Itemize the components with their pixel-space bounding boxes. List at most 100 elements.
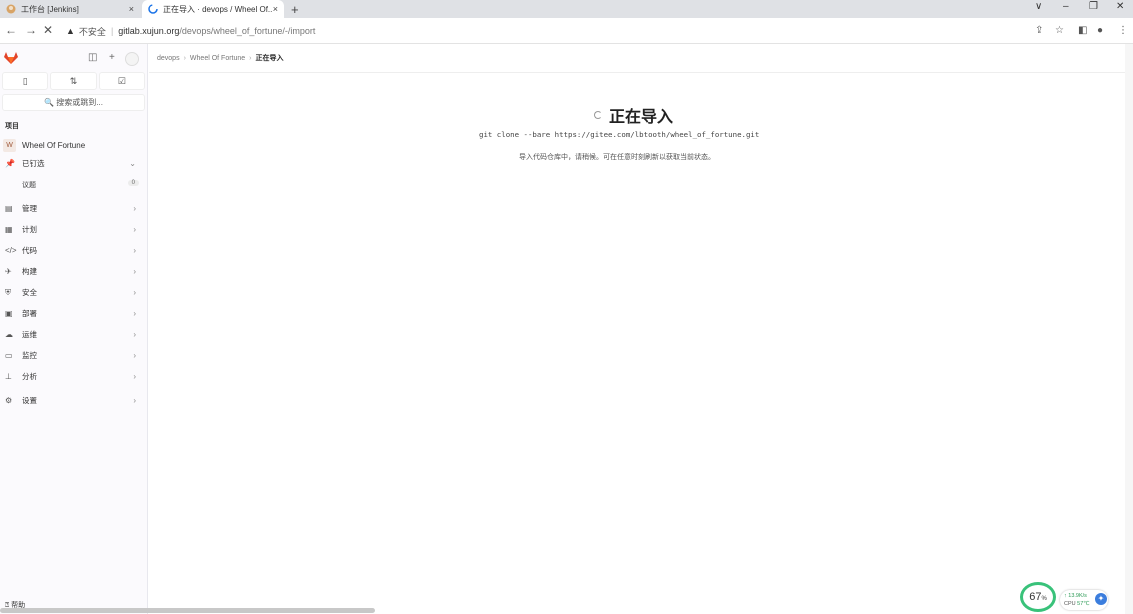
cpu-temp: 57℃ xyxy=(1077,601,1090,607)
security-status[interactable]: 不安全 xyxy=(79,25,106,38)
project-link[interactable]: W Wheel Of Fortune xyxy=(0,137,147,153)
project-name: Wheel Of Fortune xyxy=(22,140,86,150)
sidebar-item-label: 运维 xyxy=(22,330,37,339)
sidebar-item-label: 管理 xyxy=(22,204,37,213)
sidebar-item-pinned[interactable]: 📌 已钉选 ⌄ xyxy=(0,153,147,174)
sidebar-item-label: 议题 xyxy=(22,181,36,189)
browser-tab-bar: 工作台 [Jenkins] × 正在导入 · devops / Wheel Of… xyxy=(0,0,1133,18)
sidebar-item-monitor[interactable]: ▭ 监控 › xyxy=(0,345,147,366)
quick-actions: ▯ ⇅ ☑ xyxy=(0,72,147,90)
gear-icon: ⚙ xyxy=(5,396,13,405)
breadcrumb-item-group[interactable]: devops xyxy=(157,55,180,62)
sidebar-item-build[interactable]: ✈ 构建 › xyxy=(0,261,147,282)
sidebar-item-label: 部署 xyxy=(22,309,37,318)
sidebar-item-plan[interactable]: ▦ 计划 › xyxy=(0,219,147,240)
todos-icon[interactable]: ☑ xyxy=(98,72,145,90)
vertical-scrollbar[interactable] xyxy=(1125,44,1133,614)
breadcrumb: devops › Wheel Of Fortune › 正在导入 xyxy=(157,53,284,63)
create-new-icon[interactable]: + xyxy=(109,52,115,63)
breadcrumb-separator: › xyxy=(249,55,252,62)
tab-search-button[interactable]: ∨ xyxy=(1035,1,1042,12)
count-badge: 0 xyxy=(127,180,139,186)
sidebar-item-code[interactable]: </> 代码 › xyxy=(0,240,147,261)
gauge-unit: % xyxy=(1041,596,1047,602)
cloud-icon: ☁ xyxy=(5,330,13,339)
sidebar-item-label: 已钉选 xyxy=(22,159,45,168)
horizontal-scrollbar[interactable] xyxy=(0,608,375,613)
user-avatar[interactable] xyxy=(125,52,139,66)
share-icon[interactable]: ⇪ xyxy=(1035,25,1043,36)
sidebar-item-operate[interactable]: ☁ 运维 › xyxy=(0,324,147,345)
chevron-right-icon: › xyxy=(133,372,136,381)
url-path: /devops/wheel_of_fortune/-/import xyxy=(179,26,316,36)
manage-icon: ▤ xyxy=(5,204,13,213)
loading-icon xyxy=(148,4,158,14)
sidebar-item-label: 分析 xyxy=(22,372,37,381)
gitlab-logo-icon[interactable] xyxy=(4,52,18,64)
tab-close-button[interactable]: × xyxy=(129,4,134,14)
accelerate-icon[interactable]: ✦ xyxy=(1095,593,1107,605)
cpu-label: CPU xyxy=(1064,601,1076,607)
chevron-down-icon: ⌄ xyxy=(129,159,136,168)
sidebar-item-label: 设置 xyxy=(22,396,37,405)
sidebar-header: ◫ + xyxy=(0,44,147,72)
chevron-right-icon: › xyxy=(133,330,136,339)
issues-icon[interactable]: ▯ xyxy=(2,72,49,90)
chevron-right-icon: › xyxy=(133,267,136,276)
chevron-right-icon: › xyxy=(133,309,136,318)
shield-icon: ⛨ xyxy=(5,287,11,297)
sidebar-toggle-icon[interactable]: ◫ xyxy=(88,52,97,63)
back-button[interactable]: ← xyxy=(5,23,17,37)
rocket-icon: ✈ xyxy=(5,267,12,276)
deploy-icon: ▣ xyxy=(5,309,13,318)
section-label: 项目 xyxy=(5,123,19,130)
loading-spinner-icon xyxy=(594,111,602,119)
sidebar-item-deploy[interactable]: ▣ 部署 › xyxy=(0,303,147,324)
minimize-button[interactable]: – xyxy=(1063,1,1069,12)
chart-icon: ⊥ xyxy=(5,372,12,381)
code-icon: </> xyxy=(5,246,17,255)
address-bar-row: ← → ✕ ▲ 不安全 | gitlab.xujun.org /devops/w… xyxy=(0,18,1133,44)
sidebar-item-settings[interactable]: ⚙ 设置 › xyxy=(0,390,147,411)
memory-gauge: 67% xyxy=(1020,582,1056,612)
close-window-button[interactable]: ✕ xyxy=(1116,1,1124,12)
maximize-button[interactable]: ❐ xyxy=(1089,1,1098,12)
url-separator: | xyxy=(110,26,114,36)
profile-icon[interactable]: ● xyxy=(1097,25,1103,36)
sidebar-item-manage[interactable]: ▤ 管理 › xyxy=(0,198,147,219)
breadcrumb-separator: › xyxy=(183,55,186,62)
header-divider xyxy=(149,72,1125,73)
breadcrumb-item-project[interactable]: Wheel Of Fortune xyxy=(190,55,245,62)
gauge-value: 67 xyxy=(1029,591,1042,603)
search-button[interactable]: 🔍 搜索或跳到... xyxy=(2,94,145,111)
tab-jenkins[interactable]: 工作台 [Jenkins] × xyxy=(0,0,140,18)
sidebar: ◫ + ▯ ⇅ ☑ 🔍 搜索或跳到... 项目 W Wheel Of Fortu… xyxy=(0,44,148,614)
sidebar-item-security[interactable]: ⛨ 安全 › xyxy=(0,282,147,303)
menu-icon[interactable]: ⋮ xyxy=(1118,25,1128,36)
page-title-text: 正在导入 xyxy=(609,109,674,126)
monitor-icon: ▭ xyxy=(5,351,13,360)
sidebar-item-analyze[interactable]: ⊥ 分析 › xyxy=(0,366,147,387)
merge-requests-icon[interactable]: ⇅ xyxy=(50,72,97,90)
chevron-right-icon: › xyxy=(133,246,136,255)
chevron-right-icon: › xyxy=(133,396,136,405)
stop-loading-button[interactable]: ✕ xyxy=(43,23,53,37)
new-tab-button[interactable]: + xyxy=(291,2,299,17)
project-avatar: W xyxy=(3,138,16,152)
sidebar-item-label: 代码 xyxy=(22,246,37,255)
forward-button[interactable]: → xyxy=(25,23,37,37)
chevron-right-icon: › xyxy=(133,351,136,360)
page-title: 正在导入 xyxy=(594,103,673,127)
side-panel-icon[interactable]: ◧ xyxy=(1078,25,1087,36)
sidebar-item-label: 安全 xyxy=(22,288,37,297)
url-field[interactable]: ▲ 不安全 | gitlab.xujun.org /devops/wheel_o… xyxy=(60,22,1020,40)
bookmark-star-icon[interactable]: ☆ xyxy=(1055,25,1064,36)
chevron-right-icon: › xyxy=(133,225,136,234)
sidebar-item-issues[interactable]: 议题 0 xyxy=(0,174,147,195)
breadcrumb-item-current: 正在导入 xyxy=(255,55,284,62)
tab-close-button[interactable]: × xyxy=(273,4,278,14)
tab-gitlab-import[interactable]: 正在导入 · devops / Wheel Of... × xyxy=(142,0,284,18)
sidebar-item-label: 监控 xyxy=(22,351,37,360)
system-monitor-widget[interactable]: 67% ↑ 13.9K/s CPU 57℃ ✦ xyxy=(1020,582,1112,612)
tab-title: 工作台 [Jenkins] xyxy=(21,4,79,14)
